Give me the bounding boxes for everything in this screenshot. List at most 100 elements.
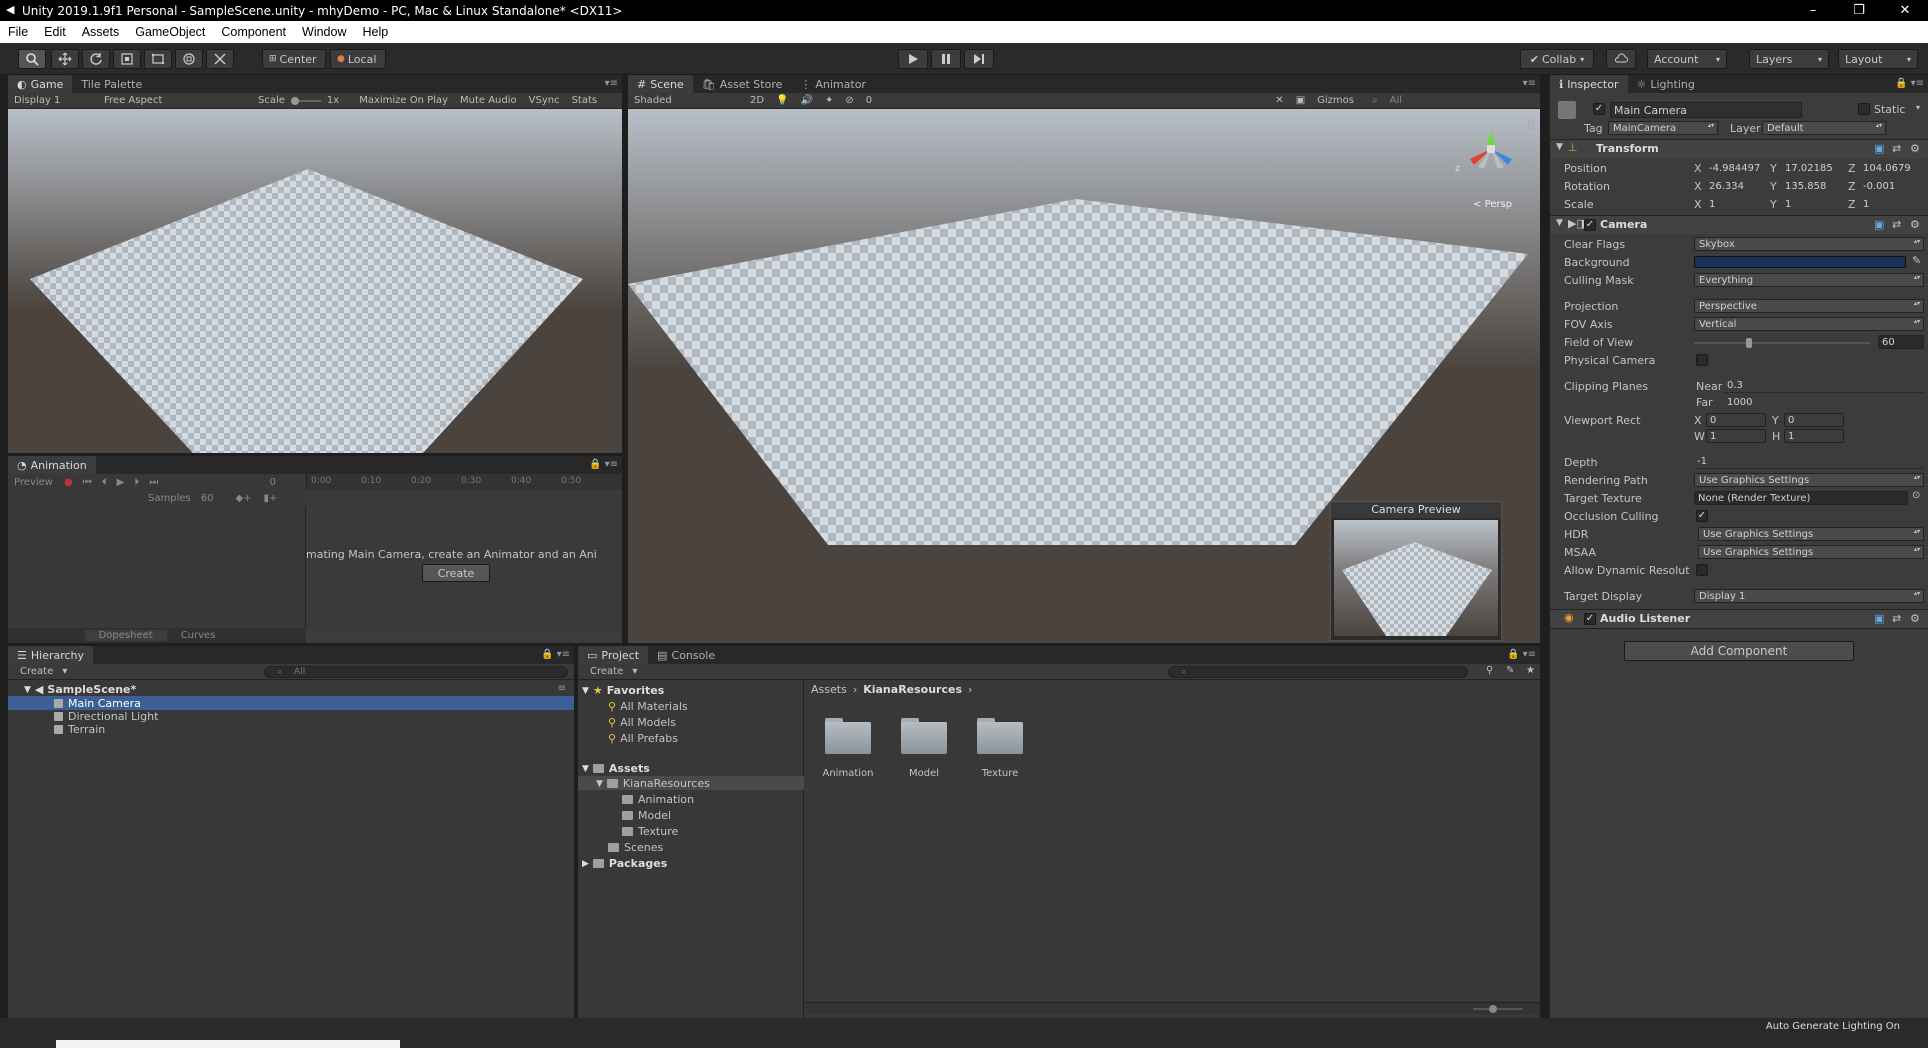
preset-icon[interactable]: ⇄ xyxy=(1892,142,1901,155)
folder-texture[interactable]: Texture xyxy=(622,825,678,838)
axis-x-label[interactable]: X xyxy=(1694,414,1702,427)
camera-header[interactable]: ▼ ▶◨ ✓ Camera ▣ ⇄ ⚙ xyxy=(1550,216,1928,234)
filter-type-icon[interactable]: ⚲ xyxy=(1480,665,1499,676)
hdr-dropdown[interactable]: Use Graphics Settings xyxy=(1698,527,1924,541)
panel-menu-icon[interactable]: 🔒 ▾≡ xyxy=(541,649,570,660)
gear-icon[interactable]: ⚙ xyxy=(1910,218,1920,231)
icon-size-slider[interactable] xyxy=(1473,1005,1523,1013)
layer-dropdown[interactable]: Default xyxy=(1762,121,1886,135)
tab-hierarchy[interactable]: ☰ Hierarchy xyxy=(8,646,94,664)
folder-model[interactable]: Model xyxy=(622,809,671,822)
tab-asset-store[interactable]: 🛍 Asset Store xyxy=(693,75,792,93)
hierarchy-search-input[interactable]: ⌕ All xyxy=(264,666,568,678)
viewport-h-field[interactable]: 1 xyxy=(1784,429,1844,443)
rotation-y-field[interactable]: 135.858 xyxy=(1782,179,1842,193)
tab-curves[interactable]: Curves xyxy=(167,630,230,641)
add-component-button[interactable]: Add Component xyxy=(1624,641,1854,661)
rendering-path-dropdown[interactable]: Use Graphics Settings xyxy=(1694,473,1924,487)
play-icon[interactable]: ▶ xyxy=(112,477,130,488)
panel-menu-icon[interactable]: 🔒 ▾≡ xyxy=(1895,78,1924,89)
gear-icon[interactable]: ⚙ xyxy=(1910,612,1920,625)
depth-field[interactable]: -1 xyxy=(1694,455,1924,469)
menu-gameobject[interactable]: GameObject xyxy=(127,25,213,39)
scene-gizmo[interactable] xyxy=(1456,127,1526,183)
effects-toggle-icon[interactable]: ✦ xyxy=(819,95,839,106)
axis-y-label[interactable]: Y xyxy=(1770,180,1777,193)
axis-x-label[interactable]: X xyxy=(1694,162,1702,175)
fov-slider-thumb[interactable] xyxy=(1745,338,1752,348)
2d-toggle[interactable]: 2D xyxy=(744,95,770,106)
aspect-dropdown[interactable]: Free Aspect xyxy=(90,95,252,106)
rotation-x-field[interactable]: 26.334 xyxy=(1706,179,1766,193)
scene-search-input[interactable]: ⌕ All xyxy=(1360,95,1540,106)
axis-x-label[interactable]: X xyxy=(1694,180,1702,193)
active-checkbox[interactable]: ✓ xyxy=(1593,103,1605,115)
packages-root[interactable]: ▶ Packages xyxy=(582,857,667,870)
transform-tool-button[interactable] xyxy=(175,49,203,69)
timeline-ruler[interactable]: 0:00 0:10 0:20 0:30 0:40 0:50 xyxy=(306,474,622,490)
tag-dropdown[interactable]: MainCamera xyxy=(1608,121,1718,135)
projection-dropdown[interactable]: Perspective xyxy=(1694,299,1924,313)
scale-x-field[interactable]: 1 xyxy=(1706,197,1766,211)
target-texture-field[interactable]: None (Render Texture) xyxy=(1694,491,1908,505)
hidden-objects-icon[interactable]: ⊘ xyxy=(839,95,859,106)
position-y-field[interactable]: 17.02185 xyxy=(1782,161,1842,175)
axis-y-label[interactable]: Y xyxy=(1770,198,1777,211)
favorite-star-icon[interactable]: ★ xyxy=(1520,665,1541,676)
hierarchy-create-dropdown[interactable]: Create ▾ xyxy=(8,666,73,677)
axis-w-label[interactable]: W xyxy=(1694,430,1705,443)
folder-kianaresources[interactable]: ▼ KianaResources xyxy=(596,777,710,790)
hierarchy-item-main-camera[interactable]: Main Camera xyxy=(54,697,141,710)
scale-tool-button[interactable] xyxy=(113,49,141,69)
layers-dropdown[interactable]: Layers ▾ xyxy=(1749,49,1829,69)
hierarchy-item-directional-light[interactable]: Directional Light xyxy=(54,710,158,723)
scene-root[interactable]: ▼ ◀ SampleScene* xyxy=(24,683,136,696)
tab-game[interactable]: ◐ Game xyxy=(8,75,73,93)
tab-lighting[interactable]: ☼ Lighting xyxy=(1628,75,1704,93)
vsync-toggle[interactable]: VSync xyxy=(523,95,566,106)
collab-button[interactable]: ✔ Collab ▾ xyxy=(1520,49,1594,69)
camera-enabled-checkbox[interactable]: ✓ xyxy=(1584,219,1596,231)
fov-field[interactable]: 60 xyxy=(1878,335,1924,349)
asset-folder-texture[interactable]: Texture xyxy=(973,716,1033,786)
tab-scene[interactable]: # Scene xyxy=(628,75,693,93)
gear-icon[interactable]: ⚙ xyxy=(1910,142,1920,155)
scale-slider[interactable] xyxy=(290,96,321,105)
far-field[interactable]: 1000 xyxy=(1724,395,1924,409)
layout-dropdown[interactable]: Layout ▾ xyxy=(1838,49,1918,69)
tab-tile-palette[interactable]: Tile Palette xyxy=(72,75,151,93)
audio-toggle-icon[interactable]: 🔊 xyxy=(795,95,819,106)
object-name-field[interactable]: Main Camera xyxy=(1610,102,1802,118)
step-button[interactable] xyxy=(964,49,994,69)
filter-label-icon[interactable]: ✎ xyxy=(1500,665,1520,676)
scale-z-field[interactable]: 1 xyxy=(1860,197,1924,211)
frame-field[interactable]: 0 xyxy=(270,477,306,488)
create-animation-button[interactable]: Create xyxy=(422,564,490,582)
breadcrumb-kianaresources[interactable]: KianaResources xyxy=(863,683,962,696)
position-x-field[interactable]: -4.984497 xyxy=(1706,161,1766,175)
help-icon[interactable]: ▣ xyxy=(1874,218,1884,231)
first-keyframe-icon[interactable]: ⏮ xyxy=(78,477,97,488)
tab-inspector[interactable]: ℹ Inspector xyxy=(1550,75,1628,93)
tab-animator[interactable]: ⋮ Animator xyxy=(791,75,875,93)
menu-component[interactable]: Component xyxy=(213,25,294,39)
breadcrumb-assets[interactable]: Assets xyxy=(811,683,847,696)
fov-slider[interactable] xyxy=(1694,338,1870,348)
rect-tool-button[interactable] xyxy=(144,49,172,69)
scale-y-field[interactable]: 1 xyxy=(1782,197,1842,211)
viewport-y-field[interactable]: 0 xyxy=(1784,413,1844,427)
project-search-input[interactable]: ⌕ xyxy=(1168,666,1468,678)
asset-folder-animation[interactable]: Animation xyxy=(821,716,881,786)
axis-z-label[interactable]: Z xyxy=(1848,162,1856,175)
tab-project[interactable]: ▭ Project xyxy=(578,646,649,664)
folder-scenes[interactable]: Scenes xyxy=(608,841,663,854)
scene-view[interactable]: z < Persp Camera Preview xyxy=(628,109,1540,643)
favorite-all-models[interactable]: ⚲ All Models xyxy=(608,716,676,729)
persp-label[interactable]: < Persp xyxy=(1473,199,1512,210)
next-keyframe-icon[interactable]: ⏵ xyxy=(129,477,144,488)
rotate-tool-button[interactable] xyxy=(82,49,110,69)
target-display-dropdown[interactable]: Display 1 xyxy=(1694,589,1924,603)
preview-toggle[interactable]: Preview xyxy=(8,477,59,488)
menu-file[interactable]: File xyxy=(0,25,36,39)
custom-tool-button[interactable] xyxy=(206,49,234,69)
